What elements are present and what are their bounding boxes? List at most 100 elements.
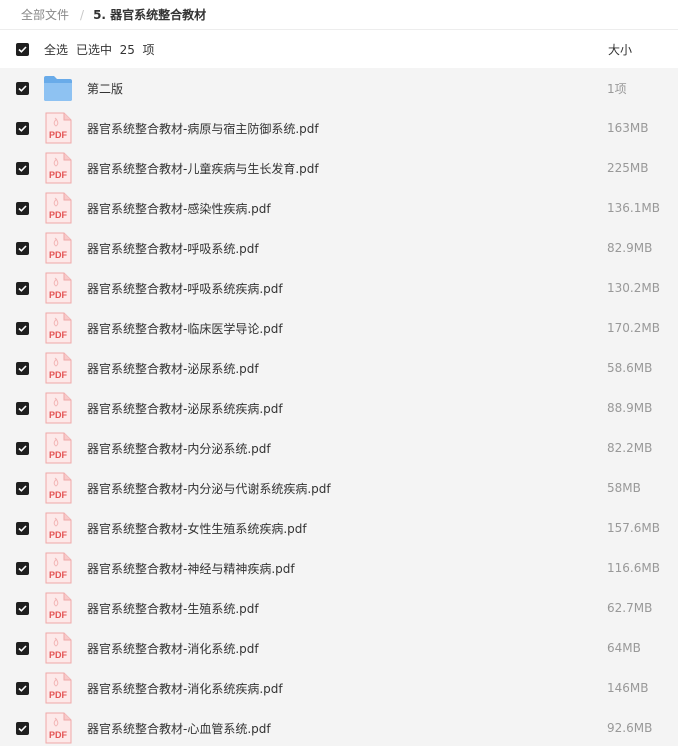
breadcrumb-separator: / <box>80 7 85 22</box>
pdf-file-icon: PDF <box>43 192 73 224</box>
file-name[interactable]: 器官系统整合教材-生殖系统.pdf <box>87 600 259 617</box>
file-name[interactable]: 器官系统整合教材-消化系统.pdf <box>87 640 259 657</box>
file-row[interactable]: PDF 器官系统整合教材-儿童疾病与生长发育.pdf 225MB <box>0 148 678 188</box>
check-icon <box>18 404 27 412</box>
pdf-file-icon: PDF <box>43 232 73 264</box>
check-icon <box>18 164 27 172</box>
pdf-file-icon: PDF <box>43 352 73 384</box>
file-row[interactable]: PDF 器官系统整合教材-神经与精神疾病.pdf 116.6MB <box>0 548 678 588</box>
svg-text:PDF: PDF <box>49 450 68 460</box>
file-size: 88.9MB <box>607 401 653 415</box>
file-row[interactable]: PDF 器官系统整合教材-消化系统.pdf 64MB <box>0 628 678 668</box>
file-size: 130.2MB <box>607 281 660 295</box>
check-icon <box>18 204 27 212</box>
file-name[interactable]: 器官系统整合教材-临床医学导论.pdf <box>87 320 283 337</box>
file-size: 157.6MB <box>607 521 660 535</box>
check-icon <box>18 684 27 692</box>
file-name[interactable]: 第二版 <box>87 80 123 97</box>
check-icon <box>18 84 27 92</box>
file-row[interactable]: PDF 器官系统整合教材-心血管系统.pdf 92.6MB <box>0 708 678 746</box>
row-checkbox[interactable] <box>16 401 29 415</box>
row-checkbox[interactable] <box>16 521 29 535</box>
svg-text:PDF: PDF <box>49 650 68 660</box>
check-icon <box>18 324 27 332</box>
file-size: 225MB <box>607 161 649 175</box>
file-size: 64MB <box>607 641 641 655</box>
row-checkbox[interactable] <box>16 241 29 255</box>
file-row[interactable]: PDF 器官系统整合教材-内分泌与代谢系统疾病.pdf 58MB <box>0 468 678 508</box>
file-row[interactable]: PDF 器官系统整合教材-女性生殖系统疾病.pdf 157.6MB <box>0 508 678 548</box>
svg-text:PDF: PDF <box>49 250 68 260</box>
folder-row[interactable]: 第二版 1项 <box>0 68 678 108</box>
file-size: 163MB <box>607 121 649 135</box>
file-size: 82.9MB <box>607 241 653 255</box>
svg-text:PDF: PDF <box>49 330 68 340</box>
pdf-file-icon: PDF <box>43 592 73 624</box>
file-row[interactable]: PDF 器官系统整合教材-呼吸系统疾病.pdf 130.2MB <box>0 268 678 308</box>
file-name[interactable]: 器官系统整合教材-泌尿系统.pdf <box>87 360 259 377</box>
file-size: 62.7MB <box>607 601 653 615</box>
svg-text:PDF: PDF <box>49 210 68 220</box>
file-name[interactable]: 器官系统整合教材-病原与宿主防御系统.pdf <box>87 120 319 137</box>
row-checkbox[interactable] <box>16 601 29 615</box>
check-icon <box>18 564 27 572</box>
file-name[interactable]: 器官系统整合教材-心血管系统.pdf <box>87 720 271 737</box>
row-checkbox[interactable] <box>16 481 29 495</box>
pdf-file-icon: PDF <box>43 392 73 424</box>
row-checkbox[interactable] <box>16 161 29 175</box>
svg-text:PDF: PDF <box>49 290 68 300</box>
row-checkbox[interactable] <box>16 441 29 455</box>
file-row[interactable]: PDF 器官系统整合教材-消化系统疾病.pdf 146MB <box>0 668 678 708</box>
file-row[interactable]: PDF 器官系统整合教材-内分泌系统.pdf 82.2MB <box>0 428 678 468</box>
row-checkbox[interactable] <box>16 121 29 135</box>
file-name[interactable]: 器官系统整合教材-儿童疾病与生长发育.pdf <box>87 160 319 177</box>
file-size: 92.6MB <box>607 721 653 735</box>
file-row[interactable]: PDF 器官系统整合教材-病原与宿主防御系统.pdf 163MB <box>0 108 678 148</box>
row-checkbox[interactable] <box>16 561 29 575</box>
file-row[interactable]: PDF 器官系统整合教材-生殖系统.pdf 62.7MB <box>0 588 678 628</box>
pdf-file-icon: PDF <box>43 272 73 304</box>
file-name[interactable]: 器官系统整合教材-消化系统疾病.pdf <box>87 680 283 697</box>
breadcrumb-root-link[interactable]: 全部文件 <box>21 6 69 23</box>
svg-text:PDF: PDF <box>49 370 68 380</box>
select-all-label[interactable]: 全选 <box>44 41 68 58</box>
select-all-checkbox[interactable] <box>16 42 29 56</box>
check-icon <box>18 604 27 612</box>
size-column-header[interactable]: 大小 <box>608 41 632 58</box>
row-checkbox[interactable] <box>16 641 29 655</box>
file-row[interactable]: PDF 器官系统整合教材-呼吸系统.pdf 82.9MB <box>0 228 678 268</box>
file-size: 116.6MB <box>607 561 660 575</box>
file-name[interactable]: 器官系统整合教材-感染性疾病.pdf <box>87 200 271 217</box>
check-icon <box>18 124 27 132</box>
svg-text:PDF: PDF <box>49 610 68 620</box>
row-checkbox[interactable] <box>16 321 29 335</box>
svg-text:PDF: PDF <box>49 170 68 180</box>
pdf-file-icon: PDF <box>43 312 73 344</box>
file-name[interactable]: 器官系统整合教材-女性生殖系统疾病.pdf <box>87 520 307 537</box>
check-icon <box>18 364 27 372</box>
file-name[interactable]: 器官系统整合教材-内分泌系统.pdf <box>87 440 271 457</box>
breadcrumb-current-folder: 5. 器官系统整合教材 <box>93 8 207 22</box>
svg-text:PDF: PDF <box>49 730 68 740</box>
row-checkbox[interactable] <box>16 361 29 375</box>
file-row[interactable]: PDF 器官系统整合教材-感染性疾病.pdf 136.1MB <box>0 188 678 228</box>
pdf-file-icon: PDF <box>43 672 73 704</box>
pdf-file-icon: PDF <box>43 152 73 184</box>
svg-text:PDF: PDF <box>49 490 68 500</box>
file-list: 第二版 1项 PDF 器官系统整合教材-病原与宿主防御系统.pdf 163MB PDF 器官… <box>0 68 678 746</box>
row-checkbox[interactable] <box>16 681 29 695</box>
file-row[interactable]: PDF 器官系统整合教材-泌尿系统.pdf 58.6MB <box>0 348 678 388</box>
file-name[interactable]: 器官系统整合教材-泌尿系统疾病.pdf <box>87 400 283 417</box>
row-checkbox[interactable] <box>16 81 29 95</box>
file-name[interactable]: 器官系统整合教材-呼吸系统疾病.pdf <box>87 280 283 297</box>
file-name[interactable]: 器官系统整合教材-神经与精神疾病.pdf <box>87 560 295 577</box>
file-name[interactable]: 器官系统整合教材-内分泌与代谢系统疾病.pdf <box>87 480 331 497</box>
check-icon <box>18 644 27 652</box>
row-checkbox[interactable] <box>16 281 29 295</box>
file-row[interactable]: PDF 器官系统整合教材-泌尿系统疾病.pdf 88.9MB <box>0 388 678 428</box>
file-row[interactable]: PDF 器官系统整合教材-临床医学导论.pdf 170.2MB <box>0 308 678 348</box>
row-checkbox[interactable] <box>16 201 29 215</box>
row-checkbox[interactable] <box>16 721 29 735</box>
breadcrumb: 全部文件 / 5. 器官系统整合教材 <box>0 0 678 30</box>
file-name[interactable]: 器官系统整合教材-呼吸系统.pdf <box>87 240 259 257</box>
